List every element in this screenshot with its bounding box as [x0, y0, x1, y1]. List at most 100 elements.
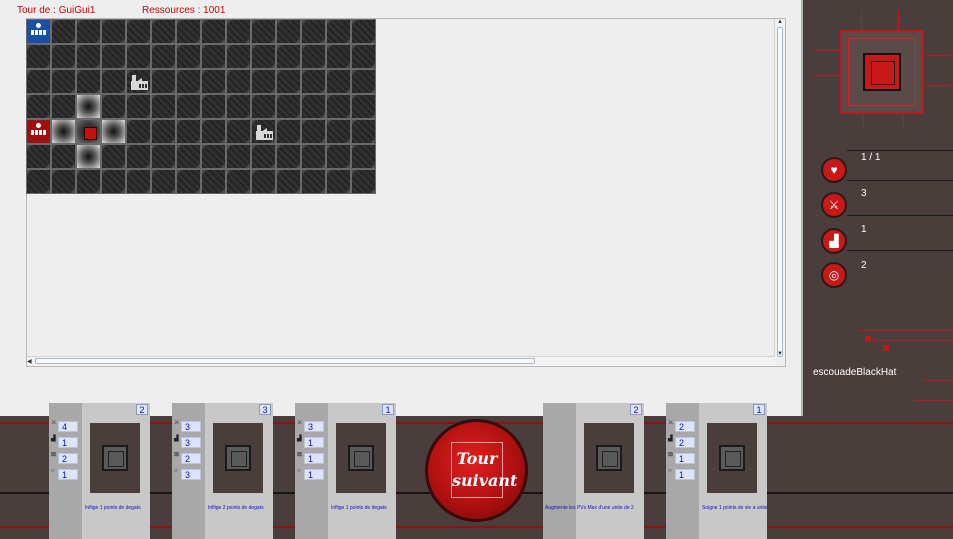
board-cell[interactable] — [326, 94, 351, 119]
board-cell[interactable] — [76, 144, 101, 169]
factory-icon[interactable] — [256, 125, 273, 140]
board-cell[interactable] — [351, 94, 376, 119]
board-cell[interactable] — [301, 19, 326, 44]
board-cell[interactable] — [326, 169, 351, 194]
board-cell[interactable] — [276, 144, 301, 169]
board-cell[interactable] — [76, 19, 101, 44]
board-cell[interactable] — [251, 144, 276, 169]
board-cell[interactable] — [326, 19, 351, 44]
board-cell[interactable] — [201, 19, 226, 44]
board-cell[interactable] — [226, 119, 251, 144]
board-cell[interactable] — [301, 169, 326, 194]
board-cell[interactable] — [176, 119, 201, 144]
board-cell[interactable] — [201, 69, 226, 94]
board-cell[interactable] — [126, 119, 151, 144]
board-cell[interactable] — [276, 119, 301, 144]
board-cell[interactable] — [276, 94, 301, 119]
horizontal-scroll-thumb[interactable] — [35, 358, 535, 364]
board-cell[interactable] — [226, 19, 251, 44]
board-cell[interactable] — [351, 44, 376, 69]
board-cell[interactable] — [151, 69, 176, 94]
board-cell[interactable] — [51, 44, 76, 69]
board-cell[interactable] — [151, 169, 176, 194]
board-cell[interactable] — [226, 69, 251, 94]
board-cell[interactable] — [251, 19, 276, 44]
board-cell[interactable] — [126, 19, 151, 44]
board-cell[interactable] — [126, 94, 151, 119]
board-cell[interactable] — [51, 19, 76, 44]
board-cell[interactable] — [251, 44, 276, 69]
board-cell[interactable] — [326, 119, 351, 144]
red-base-icon[interactable] — [27, 120, 50, 143]
board-cell[interactable] — [301, 119, 326, 144]
board-cell[interactable] — [351, 69, 376, 94]
board-cell[interactable] — [251, 119, 276, 144]
board-cell[interactable] — [301, 94, 326, 119]
board-cell[interactable] — [101, 119, 126, 144]
board-cell[interactable] — [76, 94, 101, 119]
board-cell[interactable] — [151, 94, 176, 119]
board-cell[interactable] — [101, 169, 126, 194]
board-cell[interactable] — [176, 44, 201, 69]
board-cell[interactable] — [26, 19, 51, 44]
board-cell[interactable] — [76, 169, 101, 194]
board-cell[interactable] — [201, 94, 226, 119]
board-cell[interactable] — [126, 69, 151, 94]
factory-icon[interactable] — [131, 75, 148, 90]
board-cell[interactable] — [26, 44, 51, 69]
board-cell[interactable] — [126, 169, 151, 194]
board-cell[interactable] — [351, 169, 376, 194]
board-cell[interactable] — [226, 169, 251, 194]
blue-base-icon[interactable] — [27, 20, 50, 43]
board-cell[interactable] — [151, 144, 176, 169]
board-cell[interactable] — [126, 144, 151, 169]
board-cell[interactable] — [51, 69, 76, 94]
board-cell[interactable] — [276, 44, 301, 69]
hand-card-2[interactable]: 3 ⚔ 3 ▟ 3 ⊠ 2 ○ 3 Inflige 2 points de de… — [172, 403, 273, 539]
board-cell[interactable] — [351, 19, 376, 44]
board-cell[interactable] — [301, 44, 326, 69]
board-cell[interactable] — [51, 94, 76, 119]
board-cell[interactable] — [76, 44, 101, 69]
board-cell[interactable] — [326, 69, 351, 94]
board-cell[interactable] — [101, 44, 126, 69]
board-cell[interactable] — [301, 144, 326, 169]
next-turn-button[interactable]: Tour suivant — [425, 419, 528, 522]
board-cell[interactable] — [26, 94, 51, 119]
board-cell[interactable] — [226, 94, 251, 119]
board-cell[interactable] — [226, 144, 251, 169]
board-cell[interactable] — [276, 169, 301, 194]
board-cell[interactable] — [101, 94, 126, 119]
hand-card-3[interactable]: 1 ⚔ 3 ▟ 1 ⊠ 1 ○ 1 Inflige 1 points de de… — [295, 403, 396, 539]
board-cell[interactable] — [101, 19, 126, 44]
board-cell[interactable] — [201, 169, 226, 194]
board-cell[interactable] — [151, 119, 176, 144]
horizontal-scrollbar[interactable]: ◀ — [27, 356, 775, 366]
scroll-left-icon[interactable]: ◀ — [27, 358, 32, 365]
board-cell[interactable] — [51, 119, 76, 144]
board-cell[interactable] — [26, 69, 51, 94]
board-cell[interactable] — [26, 144, 51, 169]
board-cell[interactable] — [201, 44, 226, 69]
board-cell[interactable] — [201, 119, 226, 144]
board-cell[interactable] — [226, 44, 251, 69]
cpu-unit-cell[interactable] — [76, 119, 101, 144]
scroll-up-icon[interactable]: ▲ — [777, 19, 783, 25]
board-cell[interactable] — [51, 169, 76, 194]
board-cell[interactable] — [251, 94, 276, 119]
hand-card-1[interactable]: 2 ⚔ 4 ▟ 1 ⊠ 2 ○ 1 Inflige 1 points de de… — [49, 403, 150, 539]
board-cell[interactable] — [151, 44, 176, 69]
board-cell[interactable] — [176, 19, 201, 44]
board-cell[interactable] — [76, 69, 101, 94]
board-cell[interactable] — [301, 69, 326, 94]
board-cell[interactable] — [351, 119, 376, 144]
board-cell[interactable] — [51, 144, 76, 169]
board-cell[interactable] — [201, 144, 226, 169]
vertical-scroll-thumb[interactable] — [777, 27, 783, 357]
board-cell[interactable] — [176, 94, 201, 119]
board-cell[interactable] — [151, 19, 176, 44]
vertical-scrollbar[interactable]: ▲ ▼ — [774, 19, 785, 357]
board-cell[interactable] — [101, 144, 126, 169]
board-cell[interactable] — [26, 119, 51, 144]
board-cell[interactable] — [176, 169, 201, 194]
